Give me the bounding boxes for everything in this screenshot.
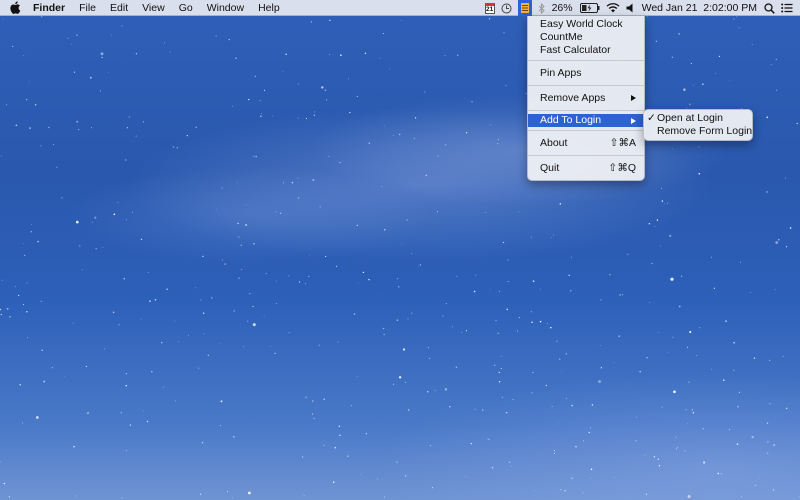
submenu-item-open-at-login[interactable]: ✓ Open at Login (644, 112, 752, 125)
wifi-icon[interactable] (606, 0, 620, 16)
menu-item-label: Add To Login (540, 114, 602, 126)
menu-separator (528, 110, 644, 111)
menu-window[interactable]: Window (200, 0, 251, 16)
menu-item-quit[interactable]: Quit ⇧⌘Q (528, 159, 644, 177)
bluetooth-icon[interactable] (538, 0, 545, 16)
calendar-icon[interactable]: 21 (484, 0, 495, 16)
status-area: 21 26% Wed Jan 21 2:02:00 PM (482, 0, 796, 16)
submenu-arrow-icon (631, 117, 636, 124)
submenu-item-label: Open at Login (657, 112, 723, 124)
apple-icon[interactable] (4, 0, 26, 16)
volume-icon[interactable] (626, 0, 635, 16)
menu-app-icon[interactable] (517, 0, 532, 16)
menu-item-countme[interactable]: CountMe (528, 31, 644, 44)
menu-separator (528, 85, 644, 86)
menu-bar: Finder File Edit View Go Window Help 21 (0, 0, 800, 16)
spotlight-icon[interactable] (764, 0, 775, 16)
notification-center-icon[interactable] (781, 0, 793, 16)
menu-item-label: Quit (540, 162, 560, 174)
menu-view[interactable]: View (135, 0, 172, 16)
menu-separator (528, 130, 644, 131)
quit-shortcut: ⇧⌘Q (608, 162, 636, 174)
menu-item-remove-apps[interactable]: Remove Apps (528, 89, 644, 107)
menu-item-easy-world-clock[interactable]: Easy World Clock (528, 18, 644, 31)
menu-item-pin-apps[interactable]: Pin Apps (528, 64, 644, 82)
about-shortcut: ⇧⌘A (609, 137, 636, 149)
starfield-wallpaper (0, 15, 800, 499)
menu-finder[interactable]: Finder (26, 0, 72, 16)
status-menu-dropdown: Easy World Clock CountMe Fast Calculator… (527, 16, 645, 181)
battery-icon[interactable] (579, 0, 600, 16)
menu-item-label: About (540, 137, 568, 149)
submenu-item-label: Remove Form Login (657, 125, 753, 137)
desktop: Finder File Edit View Go Window Help 21 (0, 0, 800, 500)
menu-file[interactable]: File (72, 0, 103, 16)
submenu-arrow-icon (631, 95, 636, 101)
menu-item-label: Remove Apps (540, 92, 606, 104)
menu-item-about[interactable]: About ⇧⌘A (528, 134, 644, 152)
calendar-day: 21 (484, 2, 495, 14)
clock-datetime[interactable]: Wed Jan 21 2:02:00 PM (642, 0, 757, 16)
menu-separator (528, 60, 644, 61)
menu-item-fast-calculator[interactable]: Fast Calculator (528, 44, 644, 57)
menu-help[interactable]: Help (251, 0, 287, 16)
add-to-login-submenu: ✓ Open at Login Remove Form Login (643, 109, 753, 141)
submenu-item-remove-from-login[interactable]: Remove Form Login (644, 125, 752, 138)
menu-item-add-to-login[interactable]: Add To Login (528, 114, 644, 127)
checkmark-icon: ✓ (647, 112, 656, 124)
menu-edit[interactable]: Edit (103, 0, 135, 16)
battery-percentage: 26% (551, 2, 573, 14)
menu-go[interactable]: Go (172, 0, 200, 16)
clock-icon[interactable] (501, 0, 512, 16)
menu-separator (528, 155, 644, 156)
